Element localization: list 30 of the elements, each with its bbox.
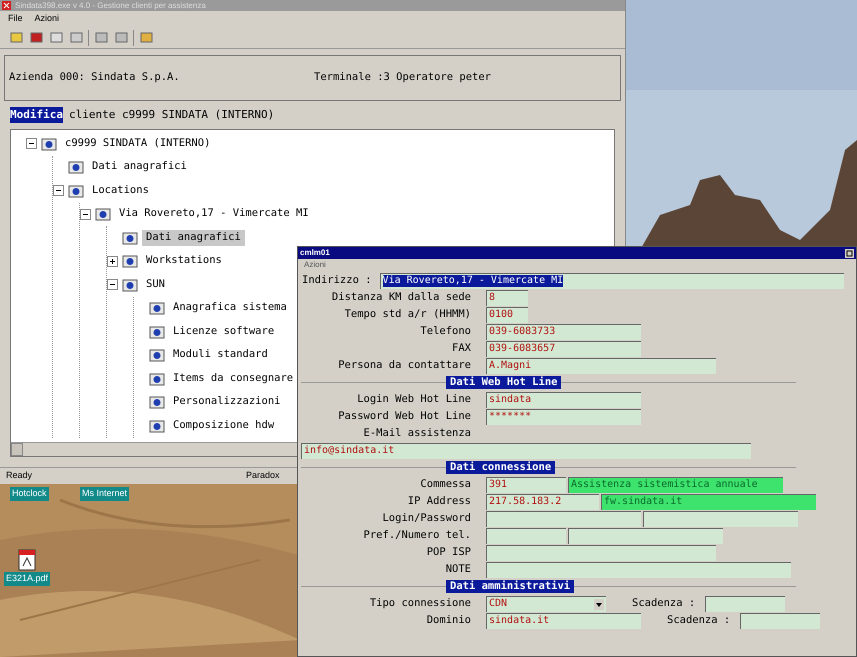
field-label: Tipo connessione: [368, 596, 471, 611]
field-label: Tempo std a/r (HHMM): [344, 306, 471, 322]
field-label: Scadenza :: [667, 612, 730, 628]
terminal-label: Terminale :3 Operatore peter: [314, 70, 492, 86]
company-label: Azienda 000: Sindata S.p.A.: [9, 70, 181, 86]
field-label: POP ISP: [426, 544, 471, 560]
section-header: Dati amministrativi: [446, 580, 574, 593]
field-label: Pref./Numero tel.: [362, 528, 471, 543]
field-label: Commessa: [419, 476, 471, 492]
status-text: Paradox: [246, 469, 280, 482]
field-label: Persona da contattare: [337, 358, 471, 373]
window-title: cmlm01: [300, 247, 330, 259]
window-title: Sindata398.exe v 4.0 - Gestione clienti per assistenza: [15, 0, 206, 12]
field-label: IP Address: [406, 494, 471, 509]
field-label: NOTE: [444, 562, 471, 577]
field-label: Login Web Hot Line: [356, 392, 471, 407]
page-heading: cliente c9999 SINDATA (INTERNO): [68, 106, 274, 123]
section-header: Dati Web Hot Line: [446, 376, 562, 389]
field-label: E-Mail assistenza: [362, 426, 471, 441]
field-label: Login/Password: [381, 510, 471, 526]
section-header: Dati connessione: [446, 461, 556, 474]
field-label: Scadenza :: [632, 596, 696, 611]
field-label: Telefono: [419, 324, 471, 339]
field-label: FAX: [451, 340, 471, 356]
status-text: Ready: [6, 469, 34, 482]
field-label: Password Web Hot Line: [337, 408, 471, 424]
mode-label: Modifica: [10, 106, 63, 124]
field-label: Indirizzo :: [302, 272, 372, 288]
field-label: Distanza KM dalla sede: [330, 290, 471, 305]
field-label: Dominio: [426, 612, 471, 628]
